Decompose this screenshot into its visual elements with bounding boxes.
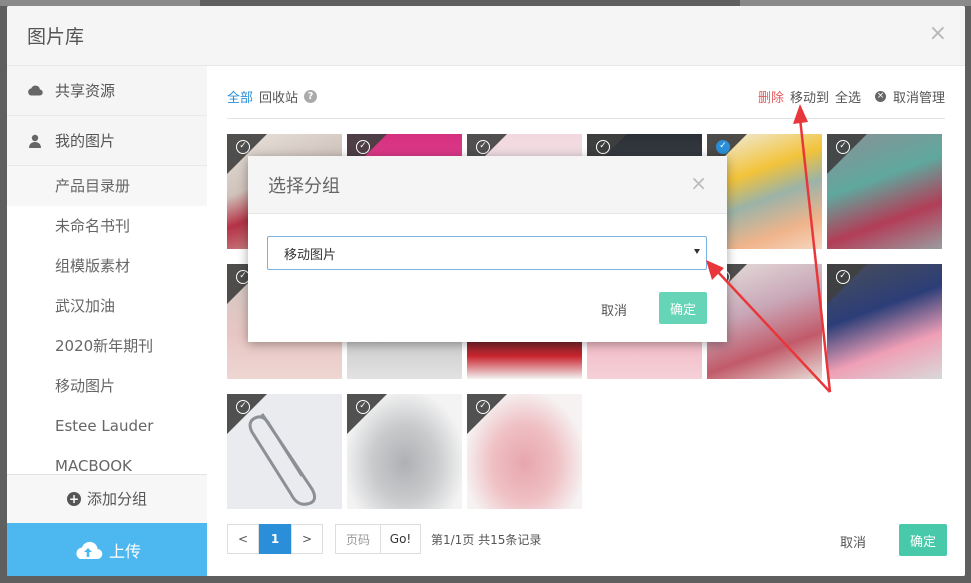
close-circle-icon: × xyxy=(874,90,886,102)
pagination: < 1 > 页码 Go! 第1/1页 共15条记录 xyxy=(227,524,541,554)
check-icon[interactable]: ✓ xyxy=(596,140,610,154)
toolbar-divider xyxy=(227,118,945,119)
check-icon[interactable]: ✓ xyxy=(356,140,370,154)
group-item[interactable]: 组模版素材 xyxy=(7,246,207,286)
group-item[interactable]: 2020新年期刊 xyxy=(7,326,207,366)
group-item[interactable]: MACBOOK xyxy=(7,446,207,474)
modal-header: 选择分组 × xyxy=(248,156,727,214)
group-item[interactable]: 未命名书刊 xyxy=(7,206,207,246)
modal-cancel-button[interactable]: 取消 xyxy=(601,300,627,319)
upload-label: 上传 xyxy=(108,541,141,561)
group-item[interactable]: 移动图片 xyxy=(7,366,207,406)
check-icon[interactable]: ✓ xyxy=(836,140,850,154)
check-icon[interactable]: ✓ xyxy=(716,140,730,154)
image-thumb[interactable]: ✓ xyxy=(467,394,582,509)
user-icon xyxy=(27,133,43,149)
add-group-label: 添加分组 xyxy=(86,490,147,508)
next-page-button[interactable]: > xyxy=(291,524,323,554)
sidebar: 共享资源 我的图片 产品目录册 未命名书刊 组模版素材 武汉加油 2020新年期… xyxy=(7,66,207,576)
tab-recycle-bin[interactable]: 回收站 xyxy=(259,87,298,106)
check-icon[interactable]: ✓ xyxy=(236,140,250,154)
chevron-down-icon xyxy=(694,249,700,254)
select-group-modal: 选择分组 × 移动图片 取消 确定 xyxy=(248,156,727,342)
check-icon[interactable]: ✓ xyxy=(476,400,490,414)
modal-title: 选择分组 xyxy=(268,175,340,197)
add-group-button[interactable]: + 添加分组 xyxy=(7,474,207,522)
sidebar-item-shared[interactable]: 共享资源 xyxy=(7,66,207,116)
dialog-close-icon[interactable]: × xyxy=(929,22,947,46)
check-icon[interactable]: ✓ xyxy=(236,400,250,414)
group-select[interactable]: 移动图片 xyxy=(267,236,707,270)
page-info: 第1/1页 共15条记录 xyxy=(431,532,542,547)
dialog-title: 图片库 xyxy=(27,26,85,48)
check-icon[interactable]: ✓ xyxy=(836,270,850,284)
modal-close-icon[interactable]: × xyxy=(690,173,707,193)
image-thumb[interactable]: ✓ xyxy=(827,264,942,379)
select-all-button[interactable]: 全选 xyxy=(835,87,861,106)
group-item[interactable]: Estee Lauder xyxy=(7,406,207,446)
page-1-button[interactable]: 1 xyxy=(259,524,291,554)
prev-page-button[interactable]: < xyxy=(227,524,259,554)
cloud-upload-icon xyxy=(76,541,103,559)
sidebar-item-label: 我的图片 xyxy=(55,132,116,150)
help-icon[interactable]: ? xyxy=(304,89,318,103)
plus-icon: + xyxy=(66,491,81,506)
sidebar-item-label: 共享资源 xyxy=(55,82,116,100)
confirm-button[interactable]: 确定 xyxy=(899,524,947,556)
upload-button[interactable]: 上传 xyxy=(7,523,207,576)
page-number-input[interactable]: 页码 xyxy=(335,524,381,554)
cancel-manage-button[interactable]: 取消管理 xyxy=(893,87,945,106)
image-thumb[interactable]: ✓ xyxy=(227,394,342,509)
dialog-header: 图片库 × xyxy=(7,6,965,66)
group-list: 产品目录册 未命名书刊 组模版素材 武汉加油 2020新年期刊 移动图片 Est… xyxy=(7,166,207,474)
toolbar: 全部 回收站 ? 删除 移动到 全选 × 取消管理 xyxy=(227,84,945,108)
image-thumb[interactable]: ✓ xyxy=(827,134,942,249)
image-thumb[interactable]: ✓ xyxy=(347,394,462,509)
go-button[interactable]: Go! xyxy=(381,524,421,554)
cancel-button[interactable]: 取消 xyxy=(840,532,866,551)
check-icon[interactable]: ✓ xyxy=(356,400,370,414)
check-icon[interactable]: ✓ xyxy=(476,140,490,154)
group-item[interactable]: 武汉加油 xyxy=(7,286,207,326)
group-select-value: 移动图片 xyxy=(284,247,337,263)
modal-confirm-button[interactable]: 确定 xyxy=(659,292,707,324)
group-item[interactable]: 产品目录册 xyxy=(7,166,207,206)
tab-all[interactable]: 全部 xyxy=(227,87,253,106)
delete-button[interactable]: 删除 xyxy=(758,87,784,106)
move-to-button[interactable]: 移动到 xyxy=(790,87,829,106)
cloud-icon xyxy=(27,83,43,99)
sidebar-item-mine[interactable]: 我的图片 xyxy=(7,116,207,166)
